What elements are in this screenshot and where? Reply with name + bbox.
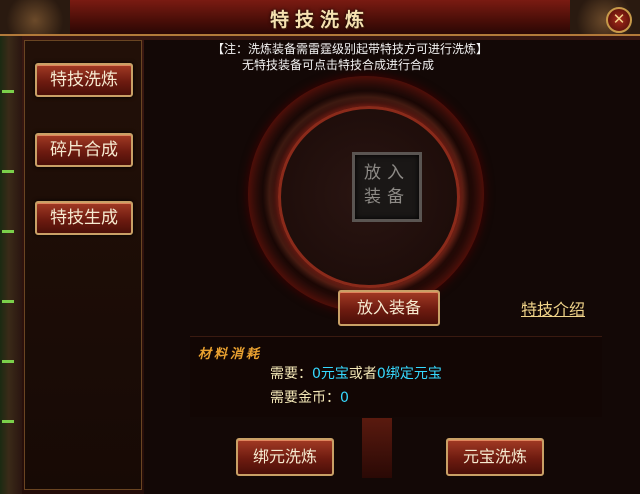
need-label: 需要： bbox=[270, 366, 312, 382]
notice-line-1: 【注：洗炼装备需雷霆级别起带特技方可进行洗炼】 bbox=[212, 42, 489, 56]
bound-refine-button[interactable]: 绑元洗炼 bbox=[236, 438, 334, 476]
material-cost-panel: 材料消耗 需要：0元宝或者0绑定元宝 需要金币：0 bbox=[190, 336, 602, 417]
main-area: 【注：洗炼装备需雷霆级别起带特技方可进行洗炼】 无特技装备可点击特技合成进行合成… bbox=[144, 40, 640, 494]
game-side-strip bbox=[0, 0, 22, 494]
or-label: 或者 bbox=[348, 366, 377, 382]
gold-label: 需要金币： bbox=[270, 390, 340, 406]
gold-line: 需要金币：0 bbox=[270, 387, 349, 407]
yuanbao-refine-button[interactable]: 元宝洗炼 bbox=[446, 438, 544, 476]
decorative-pillar bbox=[362, 418, 392, 478]
refine-window: 特技洗炼 ✕ 特技洗炼 碎片合成 特技生成 【注：洗炼装备需雷霆级别起带特技方可… bbox=[0, 0, 640, 494]
menu-skill-generate-button[interactable]: 特技生成 bbox=[35, 201, 133, 235]
equipment-slot[interactable]: 放入 装备 bbox=[352, 152, 422, 222]
window-title: 特技洗炼 bbox=[269, 9, 370, 31]
menu-skill-refine-button[interactable]: 特技洗炼 bbox=[35, 63, 133, 97]
bound-yuanbao-cost: 0绑定元宝 bbox=[376, 366, 442, 382]
close-icon: ✕ bbox=[612, 10, 626, 28]
yuanbao-cost: 0元宝 bbox=[312, 366, 349, 382]
side-menu: 特技洗炼 碎片合成 特技生成 bbox=[24, 40, 142, 490]
gold-cost: 0 bbox=[340, 390, 349, 406]
need-line: 需要：0元宝或者0绑定元宝 bbox=[270, 363, 442, 383]
skill-intro-link[interactable]: 特技介绍 bbox=[521, 296, 585, 320]
put-equipment-button[interactable]: 放入装备 bbox=[338, 290, 440, 326]
material-cost-title: 材料消耗 bbox=[198, 347, 263, 362]
slot-line-1: 放入 bbox=[364, 163, 410, 183]
notice-line-2: 无特技装备可点击特技合成进行合成 bbox=[242, 58, 435, 72]
slot-placeholder: 放入 装备 bbox=[355, 161, 419, 209]
menu-fragment-compose-button[interactable]: 碎片合成 bbox=[35, 133, 133, 167]
slot-line-2: 装备 bbox=[364, 187, 410, 207]
close-button[interactable]: ✕ bbox=[606, 7, 632, 33]
title-bar: 特技洗炼 ✕ bbox=[0, 0, 640, 36]
